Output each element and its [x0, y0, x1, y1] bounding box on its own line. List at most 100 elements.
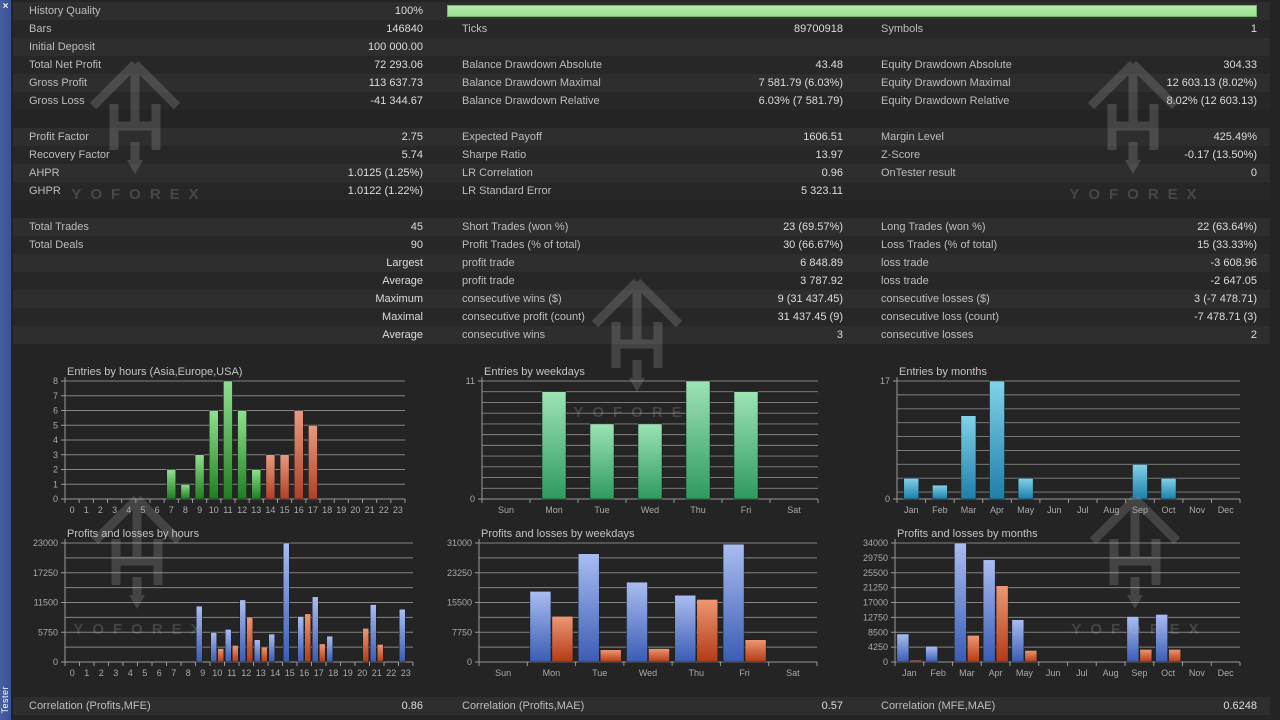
stat-cell: consecutive wins ($)9 (31 437.45)	[437, 290, 856, 308]
stat-value: 5.74	[402, 146, 423, 164]
x-tick-label: Oct	[1161, 668, 1176, 678]
stat-value: 31 437.45 (9)	[778, 308, 843, 326]
y-tick-label: 7750	[452, 627, 472, 637]
y-tick-label: 34000	[863, 538, 888, 548]
bar-profits-losses-by-hours-profits-18	[327, 636, 333, 662]
x-tick-label: Tue	[592, 668, 607, 678]
x-tick-label: 19	[343, 668, 353, 678]
x-tick-label: 9	[197, 505, 202, 515]
chart-svg-entries-by-months: 017JanFebMarAprMayJunJulAugSepOctNovDecE…	[855, 362, 1257, 516]
x-tick-label: 4	[126, 505, 131, 515]
stat-cell: Equity Drawdown Relative8.02% (12 603.13…	[856, 92, 1270, 110]
stat-row: Recovery Factor5.74Sharpe Ratio13.97Z-Sc…	[13, 146, 1270, 164]
stat-label: Balance Drawdown Relative	[462, 92, 600, 110]
stat-label: Equity Drawdown Maximal	[881, 74, 1011, 92]
stat-row-spacer	[13, 110, 1270, 128]
stat-row: Maximumconsecutive wins ($)9 (31 437.45)…	[13, 290, 1270, 308]
chart-profits-losses-by-weekdays: 07750155002325031000SunMonTueWedThuFriSa…	[440, 524, 838, 678]
stat-cell: Correlation (Profits,MAE)0.57	[437, 697, 856, 715]
stat-cell: Correlation (MFE,MAE)0.6248	[856, 697, 1270, 715]
bar-profits-losses-by-hours-profits-13	[254, 640, 260, 662]
stat-label: consecutive losses	[881, 326, 973, 344]
stat-cell: Expected Payoff1606.51	[437, 128, 856, 146]
bar-profits-losses-by-months-losses-May	[1025, 650, 1037, 662]
stat-value: 12 603.13 (8.02%)	[1166, 74, 1257, 92]
close-icon[interactable]: ×	[0, 0, 11, 14]
x-tick-label: 17	[308, 505, 318, 515]
stat-label: Profit Trades (% of total)	[462, 236, 581, 254]
y-tick-label: 0	[467, 657, 472, 667]
stat-cell: profit trade6 848.89	[437, 254, 856, 272]
x-tick-label: Feb	[932, 505, 948, 515]
y-tick-label: 31000	[447, 538, 472, 548]
stat-cell: consecutive losses2	[856, 326, 1270, 344]
x-tick-label: 21	[372, 668, 382, 678]
tab-tester[interactable]: Tester	[0, 686, 11, 714]
stat-row: GHPR1.0122 (1.22%)LR Standard Error5 323…	[13, 182, 1270, 200]
y-tick-label: 23000	[33, 538, 58, 548]
x-tick-label: 8	[183, 505, 188, 515]
bar-entries-by-hours-entries-15	[280, 455, 289, 499]
y-tick-label: 11500	[34, 598, 58, 608]
x-tick-label: 15	[285, 668, 295, 678]
bar-profits-losses-by-weekdays-losses-Tue	[600, 650, 621, 662]
bar-profits-losses-by-weekdays-profits-Thu	[675, 595, 696, 662]
x-tick-label: 4	[128, 668, 133, 678]
y-tick-label: 29750	[863, 553, 888, 563]
x-tick-label: 7	[169, 505, 174, 515]
stat-label: Total Deals	[29, 236, 83, 254]
bar-entries-by-months-entries-Feb	[932, 485, 947, 499]
stat-label: AHPR	[29, 164, 60, 182]
stat-cell: Gross Profit113 637.73	[13, 74, 437, 92]
stat-value: 45	[411, 218, 423, 236]
y-tick-label: 11	[466, 376, 475, 386]
stat-value: Maximal	[382, 308, 423, 326]
y-tick-label: 5750	[38, 627, 58, 637]
stat-label: Long Trades (won %)	[881, 218, 986, 236]
stat-value: 22 (63.64%)	[1197, 218, 1257, 236]
stat-label: Balance Drawdown Absolute	[462, 56, 602, 74]
chart-svg-profits-losses-by-weekdays: 07750155002325031000SunMonTueWedThuFriSa…	[440, 524, 838, 678]
chart-title: Entries by hours (Asia,Europe,USA)	[67, 366, 242, 378]
x-tick-label: Mar	[959, 668, 975, 678]
bar-entries-by-weekdays-entries-Mon	[542, 392, 566, 499]
stat-row-spacer	[13, 200, 1270, 218]
y-tick-label: 0	[53, 494, 58, 504]
bar-entries-by-hours-entries-16	[294, 411, 303, 500]
x-tick-label: Sat	[787, 505, 801, 515]
stat-value: 0.96	[822, 164, 843, 182]
x-tick-label: Aug	[1103, 668, 1119, 678]
y-tick-label: 5	[53, 420, 58, 430]
x-tick-label: Apr	[989, 668, 1003, 678]
x-tick-label: 2	[98, 505, 103, 515]
stat-cell: Total Deals90	[13, 236, 437, 254]
x-tick-label: 3	[113, 668, 118, 678]
stat-cell: Average	[13, 272, 437, 290]
stat-cell: OnTester result0	[856, 164, 1270, 182]
stat-value: 0.57	[822, 697, 843, 715]
bar-profits-losses-by-months-profits-Jan	[897, 634, 909, 662]
stat-cell	[856, 38, 1270, 56]
stat-cell: Long Trades (won %) 22 (63.64%)	[856, 218, 1270, 236]
stat-label: GHPR	[29, 182, 61, 200]
stat-cell: Largest	[13, 254, 437, 272]
bar-profits-losses-by-hours-losses-11	[232, 645, 238, 662]
x-tick-label: Feb	[930, 668, 946, 678]
bar-entries-by-months-entries-Sep	[1132, 464, 1147, 499]
stat-cell	[437, 38, 856, 56]
stat-cell: GHPR1.0122 (1.22%)	[13, 182, 437, 200]
stat-cell: Maximal	[13, 308, 437, 326]
y-tick-label: 12750	[863, 612, 888, 622]
stat-label: consecutive loss (count)	[881, 308, 999, 326]
y-tick-label: 1	[53, 479, 58, 489]
bar-profits-losses-by-hours-losses-10	[218, 649, 224, 662]
x-tick-label: Sun	[495, 668, 511, 678]
bar-profits-losses-by-months-profits-Apr	[983, 560, 995, 662]
stat-label: consecutive wins	[462, 326, 545, 344]
x-tick-label: 8	[186, 668, 191, 678]
stat-row: Maximalconsecutive profit (count)31 437.…	[13, 308, 1270, 326]
x-tick-label: 17	[314, 668, 324, 678]
bar-profits-losses-by-hours-profits-16	[298, 616, 304, 662]
stat-row: Largestprofit trade6 848.89loss trade-3 …	[13, 254, 1270, 272]
x-tick-label: 20	[350, 505, 360, 515]
